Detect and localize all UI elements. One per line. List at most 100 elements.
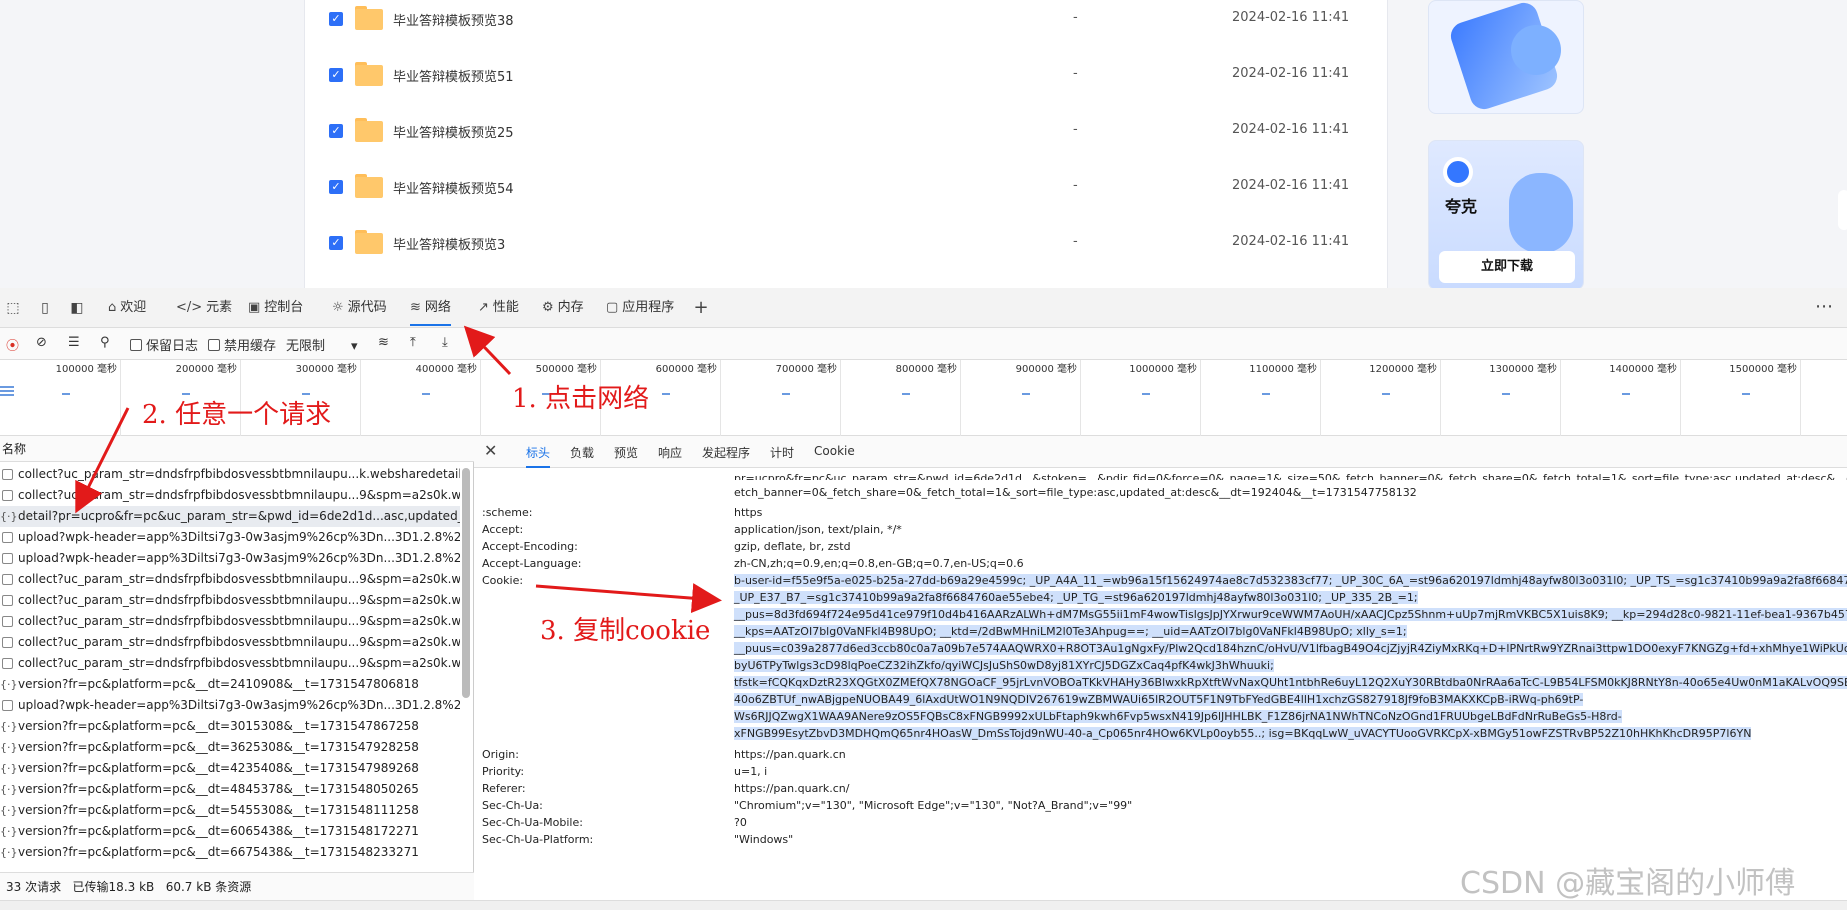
tab-sources[interactable]: ☼ 源代码 xyxy=(332,296,387,320)
dock-icon[interactable]: ◧ xyxy=(68,299,86,317)
request-row[interactable]: collect?uc_param_str=dndsfrpfbibdosvessb… xyxy=(0,590,460,611)
close-icon[interactable]: ✕ xyxy=(484,441,497,460)
request-name: version?fr=pc&platform=pc&__dt=4845378&_… xyxy=(18,782,419,796)
throttle-select[interactable]: 无限制 ▾ xyxy=(286,335,358,354)
tab-network[interactable]: ≋ 网络 xyxy=(410,296,451,326)
filter-icon[interactable]: ☰ xyxy=(68,335,80,350)
tab-label: 控制台 xyxy=(264,300,304,315)
request-row[interactable]: {·} version?fr=pc&platform=pc&__dt=545530… xyxy=(0,800,460,821)
header-key: Sec-Ch-Ua: xyxy=(482,799,543,812)
header-key-cookie: Cookie: xyxy=(482,574,524,587)
timeline-mark xyxy=(662,393,670,395)
file-row[interactable]: ✓ 毕业答辩模板预览3 - 2024-02-16 11:41 xyxy=(305,216,1389,272)
upload-icon[interactable]: ⤒ xyxy=(410,335,416,350)
promo-illustration xyxy=(1509,173,1573,253)
file-row[interactable]: ✓ 毕业答辩模板预览51 - 2024-02-16 11:41 xyxy=(305,48,1389,104)
file-row[interactable]: ✓ 毕业答辩模板预览38 - 2024-02-16 11:41 xyxy=(305,0,1389,48)
request-row[interactable]: collect?uc_param_str=dndsfrpfbibdosvessb… xyxy=(0,485,460,506)
request-row[interactable]: {·} version?fr=pc&platform=pc&__dt=241090… xyxy=(0,674,460,695)
screenshot: ✓ 毕业答辩模板预览38 - 2024-02-16 11:41 ✓ 毕业答辩模板… xyxy=(0,0,1847,910)
clear-icon[interactable]: ⊘ xyxy=(36,335,47,350)
file-row[interactable]: ✓ 毕业答辩模板预览54 - 2024-02-16 11:41 xyxy=(305,160,1389,216)
header-value: ?0 xyxy=(734,816,747,829)
tab-headers[interactable]: 标头 xyxy=(526,444,551,468)
header-key: Sec-Ch-Ua-Platform: xyxy=(482,833,594,846)
device-toolbar-icon[interactable]: ▯ xyxy=(36,299,54,317)
home-icon: ⌂ xyxy=(108,300,117,315)
file-name[interactable]: 毕业答辩模板预览25 xyxy=(393,122,514,141)
download-button[interactable]: 立即下载 xyxy=(1439,251,1575,283)
request-row[interactable]: {·} version?fr=pc&platform=pc&__dt=667543… xyxy=(0,842,460,863)
inspect-icon[interactable]: ⬚ xyxy=(4,299,22,317)
tab-memory[interactable]: ⚙ 内存 xyxy=(542,296,584,320)
search-icon[interactable]: ⚲ xyxy=(100,335,110,350)
request-name: version?fr=pc&platform=pc&__dt=3015308&_… xyxy=(18,719,419,733)
row-checkbox[interactable]: ✓ xyxy=(329,236,343,250)
disable-cache-checkbox[interactable]: 禁用缓存 xyxy=(208,335,276,354)
timeline-tick-label: 200000 毫秒 xyxy=(175,364,237,375)
preserve-log-checkbox[interactable]: 保留日志 xyxy=(130,335,198,354)
tab-initiator[interactable]: 发起程序 xyxy=(702,444,750,461)
add-tab-icon[interactable]: + xyxy=(692,299,710,317)
tab-cookies[interactable]: Cookie xyxy=(814,444,855,458)
performance-icon: ↗ xyxy=(478,300,489,315)
header-value: https://pan.quark.cn/ xyxy=(734,782,850,795)
file-name[interactable]: 毕业答辩模板预览54 xyxy=(393,178,514,197)
cookie-value: 40o6ZBTUf_nwABjgpeNUOBA49_6lAxdUtWO1N9NQ… xyxy=(734,693,1584,706)
more-options-icon[interactable]: ⋯ xyxy=(1815,296,1833,317)
file-name[interactable]: 毕业答辩模板预览3 xyxy=(393,234,505,253)
tab-payload[interactable]: 负载 xyxy=(570,444,594,461)
request-row[interactable]: {·} version?fr=pc&platform=pc&__dt=484537… xyxy=(0,779,460,800)
file-row[interactable]: ✓ 毕业答辩模板预览25 - 2024-02-16 11:41 xyxy=(305,104,1389,160)
header-key: Accept: xyxy=(482,523,524,536)
request-row[interactable]: collect?uc_param_str=dndsfrpfbibdosvessb… xyxy=(0,653,460,674)
timeline-tick-label: 1300000 毫秒 xyxy=(1489,364,1557,375)
tab-elements[interactable]: </> 元素 xyxy=(176,296,232,320)
file-name[interactable]: 毕业答辩模板预览38 xyxy=(393,10,514,29)
document-icon xyxy=(2,700,13,711)
request-row[interactable]: upload?wpk-header=app%3Diltsi7g3-0w3asjm… xyxy=(0,548,460,569)
request-row[interactable]: {·} detail?pr=ucpro&fr=pc&uc_param_str=&p… xyxy=(0,506,460,527)
request-row[interactable]: {·} version?fr=pc&platform=pc&__dt=301530… xyxy=(0,716,460,737)
tab-performance[interactable]: ↗ 性能 xyxy=(478,296,519,320)
request-row[interactable]: collect?uc_param_str=dndsfrpfbibdosvessb… xyxy=(0,611,460,632)
tab-label: 欢迎 xyxy=(120,300,147,315)
record-icon[interactable]: ⦿ xyxy=(6,335,19,354)
bug-icon: ☼ xyxy=(332,300,344,315)
request-row[interactable]: upload?wpk-header=app%3Diltsi7g3-0w3asjm… xyxy=(0,695,460,716)
timeline-mark xyxy=(902,393,910,395)
download-icon[interactable]: ⤓ xyxy=(442,335,448,350)
file-name[interactable]: 毕业答辩模板预览51 xyxy=(393,66,514,85)
tab-timing[interactable]: 计时 xyxy=(770,444,794,461)
promo-card-top[interactable] xyxy=(1428,0,1584,114)
chevron-down-icon: ▾ xyxy=(351,339,358,354)
cookie-value: tfstk=fCQKqxDztR23XQGtX0ZMEfQX78NGOaCF_9… xyxy=(734,676,1847,689)
header-value: "Windows" xyxy=(734,833,794,846)
request-row[interactable]: {·} version?fr=pc&platform=pc&__dt=362530… xyxy=(0,737,460,758)
tab-welcome[interactable]: ⌂ 欢迎 xyxy=(108,296,146,320)
tab-console[interactable]: ▣ 控制台 xyxy=(248,296,303,320)
network-toolbar: ⦿ ⊘ ☰ ⚲ 保留日志 禁用缓存 无限制 ▾ ≋ ⤒ ⤓ xyxy=(0,328,1847,360)
row-checkbox[interactable]: ✓ xyxy=(329,124,343,138)
row-checkbox[interactable]: ✓ xyxy=(329,12,343,26)
request-row[interactable]: {·} version?fr=pc&platform=pc&__dt=423540… xyxy=(0,758,460,779)
tab-preview[interactable]: 预览 xyxy=(614,444,638,461)
tab-label: 性能 xyxy=(492,300,519,315)
scrollbar[interactable] xyxy=(462,468,470,698)
request-row[interactable]: collect?uc_param_str=dndsfrpfbibdosvessb… xyxy=(0,632,460,653)
header-value: etch_banner=0&_fetch_share=0&_fetch_tota… xyxy=(734,486,1417,499)
request-row[interactable]: collect?uc_param_str=dndsfrpfbibdosvessb… xyxy=(0,569,460,590)
request-row[interactable]: upload?wpk-header=app%3Diltsi7g3-0w3asjm… xyxy=(0,527,460,548)
promo-card-download[interactable]: 夸克 立即下载 xyxy=(1428,140,1584,290)
request-list-header[interactable]: 名称 xyxy=(0,436,474,462)
side-handle[interactable] xyxy=(1838,190,1847,230)
request-row[interactable]: collect?uc_param_str=dndsfrpfbibdosvessb… xyxy=(0,464,460,485)
network-conditions-icon[interactable]: ≋ xyxy=(378,335,389,350)
row-checkbox[interactable]: ✓ xyxy=(329,68,343,82)
timeline-tick-label: 1000000 毫秒 xyxy=(1129,364,1197,375)
request-row[interactable]: {·} version?fr=pc&platform=pc&__dt=606543… xyxy=(0,821,460,842)
tab-application[interactable]: ▢ 应用程序 xyxy=(606,296,674,320)
tab-response[interactable]: 响应 xyxy=(658,444,682,461)
row-checkbox[interactable]: ✓ xyxy=(329,180,343,194)
timeline-mark xyxy=(1142,393,1150,395)
